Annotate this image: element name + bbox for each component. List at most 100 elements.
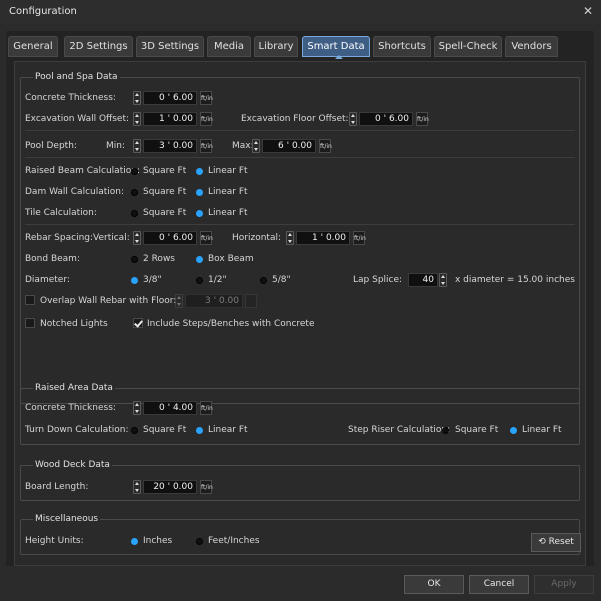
height-feet-inches-radio[interactable] bbox=[196, 538, 203, 545]
diameter-12-radio[interactable] bbox=[196, 277, 203, 284]
tab-bar: General 2D Settings 3D Settings Media Li… bbox=[6, 31, 594, 61]
dam-wall-linear-label[interactable]: Linear Ft bbox=[208, 187, 248, 198]
overlap-spinbox[interactable]: 3 ' 0.00 bbox=[175, 294, 261, 308]
min-depth-spinbox[interactable]: 3 ' 0.00 ft/in bbox=[133, 139, 213, 153]
bond-beam-box-label[interactable]: Box Beam bbox=[208, 254, 254, 265]
overlap-rebar-checkbox[interactable] bbox=[25, 295, 35, 305]
concrete-thickness-input[interactable]: 0 ' 6.00 bbox=[143, 91, 197, 105]
excavation-floor-spinbox[interactable]: 0 ' 6.00 ft/in bbox=[349, 112, 429, 126]
height-inches-label[interactable]: Inches bbox=[143, 536, 172, 547]
min-depth-input[interactable]: 3 ' 0.00 bbox=[143, 139, 197, 153]
bond-beam-2rows-label[interactable]: 2 Rows bbox=[143, 254, 175, 265]
height-feet-inches-label[interactable]: Feet/Inches bbox=[208, 536, 260, 547]
unit-toggle[interactable]: ft/in bbox=[200, 112, 213, 126]
tab-vendors[interactable]: Vendors bbox=[505, 36, 558, 57]
tile-square-label[interactable]: Square Ft bbox=[143, 208, 186, 219]
board-length-spinbox[interactable]: 20 ' 0.00 ft/in bbox=[133, 480, 213, 494]
spin-arrows-icon[interactable] bbox=[133, 112, 141, 126]
tab-shortcuts[interactable]: Shortcuts bbox=[373, 36, 431, 57]
notched-lights-label[interactable]: Notched Lights bbox=[40, 319, 108, 330]
tile-linear-radio[interactable] bbox=[196, 210, 203, 217]
diameter-38-label[interactable]: 3/8" bbox=[143, 275, 162, 286]
unit-toggle[interactable]: ft/in bbox=[200, 91, 213, 105]
turn-down-linear-radio[interactable] bbox=[196, 427, 203, 434]
group-title: Wood Deck Data bbox=[33, 460, 112, 471]
diameter-58-label[interactable]: 5/8" bbox=[272, 275, 291, 286]
tab-general[interactable]: General bbox=[8, 36, 58, 57]
tab-3d-settings[interactable]: 3D Settings bbox=[136, 36, 204, 57]
height-inches-radio[interactable] bbox=[131, 538, 138, 545]
bond-beam-2rows-radio[interactable] bbox=[131, 256, 138, 263]
spin-arrows-icon[interactable] bbox=[133, 480, 141, 494]
tile-linear-label[interactable]: Linear Ft bbox=[208, 208, 248, 219]
unit-toggle[interactable]: ft/in bbox=[200, 231, 213, 245]
spin-arrows-icon[interactable] bbox=[133, 401, 141, 415]
close-icon[interactable]: ✕ bbox=[583, 4, 593, 18]
raised-beam-square-radio[interactable] bbox=[131, 168, 138, 175]
unit-toggle[interactable] bbox=[245, 294, 257, 308]
spin-arrows-icon[interactable] bbox=[133, 91, 141, 105]
step-riser-square-radio[interactable] bbox=[442, 427, 449, 434]
include-steps-checkbox[interactable] bbox=[133, 318, 143, 328]
tab-smart-data[interactable]: Smart Data bbox=[302, 36, 370, 57]
spin-arrows-icon[interactable] bbox=[286, 231, 294, 245]
diameter-38-radio[interactable] bbox=[131, 277, 138, 284]
raised-beam-linear-label[interactable]: Linear Ft bbox=[208, 166, 248, 177]
spin-arrows-icon[interactable] bbox=[175, 294, 183, 308]
unit-toggle[interactable]: ft/in bbox=[319, 139, 332, 153]
tab-media[interactable]: Media bbox=[207, 36, 251, 57]
concrete-thickness-spinbox[interactable]: 0 ' 6.00 ft/in bbox=[133, 91, 213, 105]
dam-wall-square-label[interactable]: Square Ft bbox=[143, 187, 186, 198]
ok-button[interactable]: OK bbox=[404, 575, 464, 594]
excavation-floor-input[interactable]: 0 ' 6.00 bbox=[359, 112, 413, 126]
overlap-input[interactable]: 3 ' 0.00 bbox=[185, 294, 243, 308]
unit-toggle[interactable]: ft/in bbox=[416, 112, 429, 126]
horizontal-spacing-input[interactable]: 1 ' 0.00 bbox=[296, 231, 350, 245]
raised-beam-square-label[interactable]: Square Ft bbox=[143, 166, 186, 177]
notched-lights-checkbox[interactable] bbox=[25, 318, 35, 328]
lap-splice-label: Lap Splice: bbox=[353, 275, 403, 285]
tab-spell-check[interactable]: Spell-Check bbox=[434, 36, 502, 57]
divider bbox=[25, 224, 575, 225]
diameter-58-radio[interactable] bbox=[260, 277, 267, 284]
turn-down-square-label[interactable]: Square Ft bbox=[143, 425, 186, 436]
dam-wall-linear-radio[interactable] bbox=[196, 189, 203, 196]
tab-library[interactable]: Library bbox=[254, 36, 298, 57]
excavation-wall-input[interactable]: 1 ' 0.00 bbox=[143, 112, 197, 126]
unit-toggle[interactable]: ft/in bbox=[200, 139, 213, 153]
board-length-input[interactable]: 20 ' 0.00 bbox=[143, 480, 197, 494]
max-depth-spinbox[interactable]: 6 ' 0.00 ft/in bbox=[252, 139, 332, 153]
spin-arrows-icon[interactable] bbox=[133, 139, 141, 153]
bond-beam-box-radio[interactable] bbox=[196, 256, 203, 263]
excavation-wall-spinbox[interactable]: 1 ' 0.00 ft/in bbox=[133, 112, 213, 126]
raised-concrete-spinbox[interactable]: 0 ' 4.00 ft/in bbox=[133, 401, 213, 415]
dam-wall-square-radio[interactable] bbox=[131, 189, 138, 196]
cancel-button[interactable]: Cancel bbox=[469, 575, 529, 594]
max-depth-input[interactable]: 6 ' 0.00 bbox=[262, 139, 316, 153]
lap-splice-input[interactable]: 40 bbox=[408, 273, 438, 287]
spin-arrows-icon[interactable] bbox=[133, 231, 141, 245]
turn-down-square-radio[interactable] bbox=[131, 427, 138, 434]
vertical-spacing-spinbox[interactable]: 0 ' 6.00 ft/in bbox=[133, 231, 213, 245]
vertical-spacing-input[interactable]: 0 ' 6.00 bbox=[143, 231, 197, 245]
unit-toggle[interactable]: ft/in bbox=[200, 401, 213, 415]
dam-wall-label: Dam Wall Calculation: bbox=[25, 187, 125, 197]
raised-beam-linear-radio[interactable] bbox=[196, 168, 203, 175]
turn-down-linear-label[interactable]: Linear Ft bbox=[208, 425, 248, 436]
unit-toggle[interactable]: ft/in bbox=[200, 480, 213, 494]
horizontal-spacing-spinbox[interactable]: 1 ' 0.00 ft/in bbox=[286, 231, 366, 245]
spin-arrows-icon[interactable] bbox=[349, 112, 357, 126]
step-riser-linear-radio[interactable] bbox=[510, 427, 517, 434]
spin-arrows-icon[interactable] bbox=[252, 139, 260, 153]
spin-arrows-icon[interactable] bbox=[439, 273, 447, 287]
apply-button[interactable]: Apply bbox=[534, 575, 594, 594]
include-steps-label[interactable]: Include Steps/Benches with Concrete bbox=[147, 319, 315, 330]
tab-2d-settings[interactable]: 2D Settings bbox=[64, 36, 133, 57]
step-riser-square-label[interactable]: Square Ft bbox=[455, 425, 498, 436]
tile-square-radio[interactable] bbox=[131, 210, 138, 217]
raised-concrete-input[interactable]: 0 ' 4.00 bbox=[143, 401, 197, 415]
reset-button[interactable]: ⟲ Reset bbox=[531, 533, 581, 552]
step-riser-linear-label[interactable]: Linear Ft bbox=[522, 425, 562, 436]
unit-toggle[interactable]: ft/in bbox=[353, 231, 366, 245]
diameter-12-label[interactable]: 1/2" bbox=[208, 275, 227, 286]
